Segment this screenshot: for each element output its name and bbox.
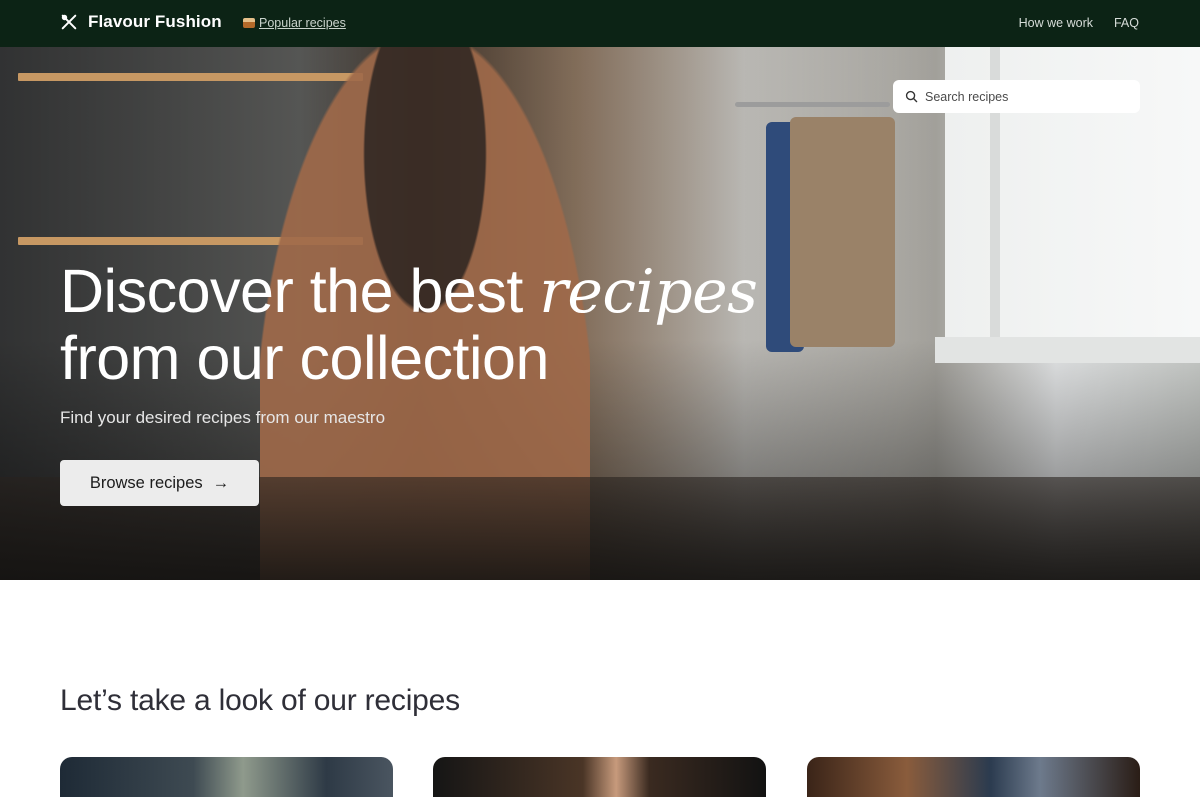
utensils-icon xyxy=(61,14,77,30)
recipe-card-image[interactable] xyxy=(807,757,1140,797)
brand-logo-link[interactable]: Flavour Fushion xyxy=(60,12,222,32)
browse-recipes-label: Browse recipes xyxy=(89,473,203,492)
hero-photo-sill xyxy=(935,337,1200,363)
hero-headline-accent: recipes xyxy=(539,257,758,327)
hero-photo-towel xyxy=(790,117,895,347)
brand-name: Flavour Fushion xyxy=(88,12,222,31)
hero-headline-line2: from our collection xyxy=(60,324,549,392)
hero-headline: Discover the best recipes from our colle… xyxy=(60,257,758,392)
nav-link-faq[interactable]: FAQ xyxy=(1114,16,1139,30)
nav-link-how-we-work[interactable]: How we work xyxy=(1019,16,1093,30)
popular-recipes-label: Popular recipes xyxy=(259,16,346,30)
hero-headline-line1: Discover the best xyxy=(60,257,540,325)
search-icon xyxy=(905,90,918,103)
search-input[interactable] xyxy=(925,89,1115,104)
top-navbar: Flavour Fushion Popular recipes How we w… xyxy=(0,0,1200,47)
food-emoji-icon xyxy=(243,18,255,28)
section-title: Let’s take a look of our recipes xyxy=(60,684,460,717)
hero-subtitle: Find your desired recipes from our maest… xyxy=(60,408,386,427)
popular-recipes-link[interactable]: Popular recipes xyxy=(243,16,346,30)
browse-recipes-button[interactable]: Browse recipes → xyxy=(60,460,259,506)
recipe-card-image[interactable] xyxy=(60,757,393,797)
recipe-card-image[interactable] xyxy=(433,757,766,797)
nav-links: How we work FAQ xyxy=(1019,16,1139,30)
hero-banner: Discover the best recipes from our colle… xyxy=(0,47,1200,580)
arrow-right-icon: → xyxy=(212,473,230,492)
hero-photo-rail xyxy=(735,102,890,107)
search-box[interactable] xyxy=(893,80,1140,113)
